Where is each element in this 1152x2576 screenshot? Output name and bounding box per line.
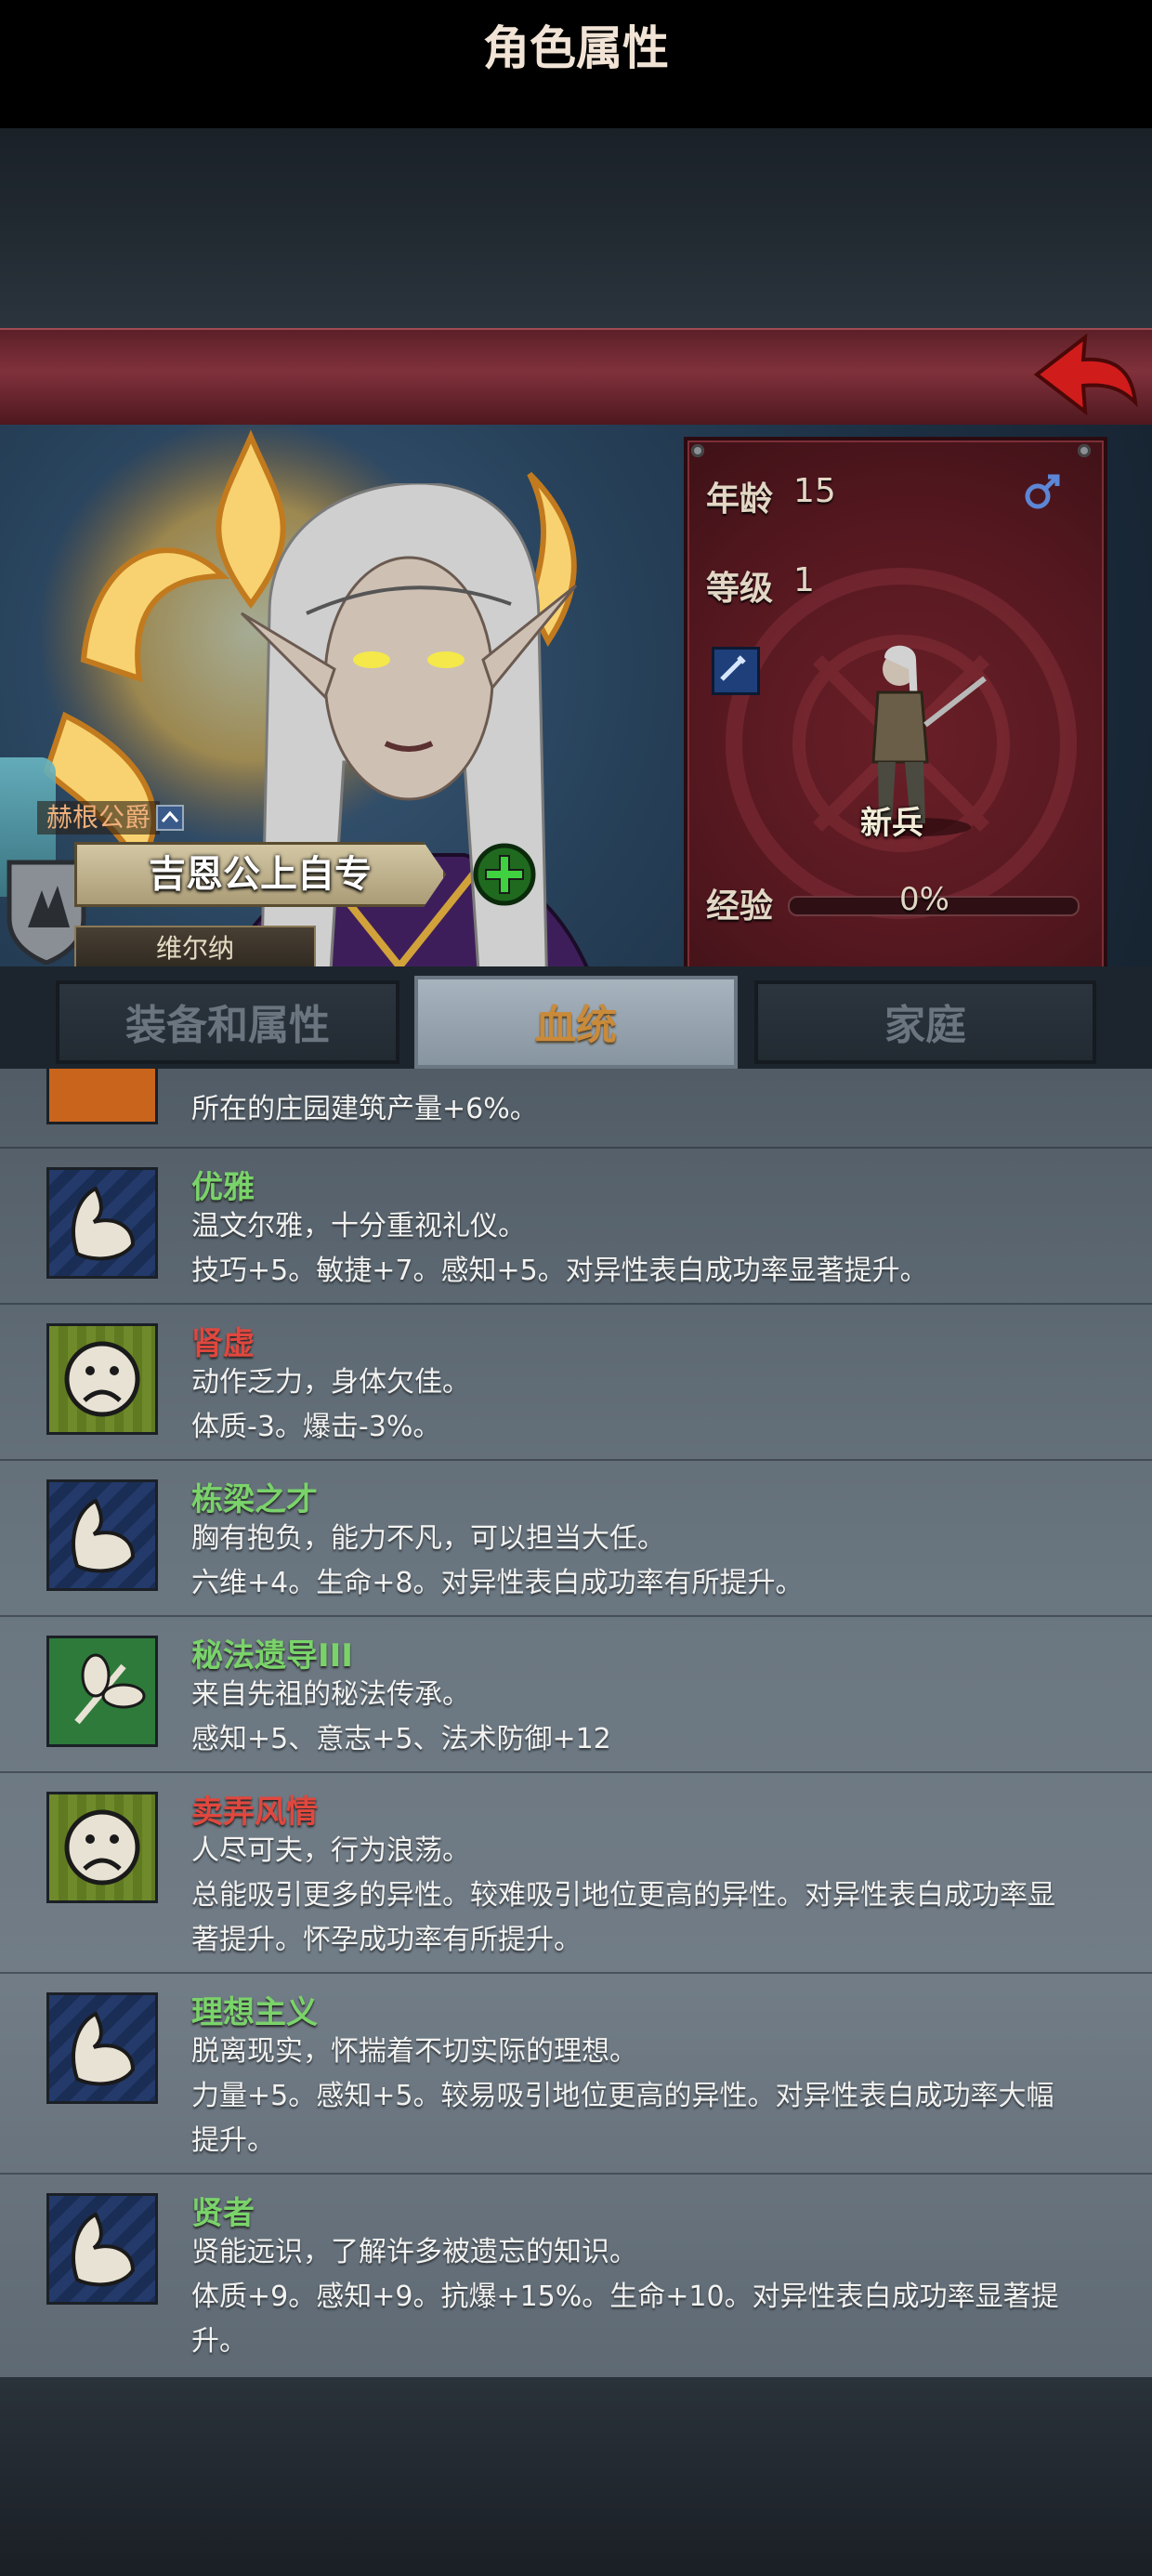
age-value: 15 (793, 472, 836, 510)
trait-description: 胸有抱负，能力不凡，可以担当大任。 (191, 1522, 665, 1555)
trait-name: 贤者 (191, 2195, 255, 2232)
trait-description: 来自先祖的秘法传承。 (191, 1678, 470, 1711)
trait-description: 温文尔雅，十分重视礼仪。 (191, 1210, 526, 1242)
trait-description: 感知+5、意志+5、法术防御+12 (191, 1723, 611, 1755)
trait-name: 优雅 (191, 1169, 255, 1206)
list-item: 秘法遗导III 来自先祖的秘法传承。 感知+5、意志+5、法术防御+12 (0, 1615, 1152, 1755)
trait-description: 力量+5。感知+5。较易吸引地位更高的异性。对异性表白成功率大幅 (191, 2080, 1054, 2112)
trait-name: 栋梁之才 (191, 1481, 318, 1518)
arm-icon (46, 1992, 158, 2104)
trait-description: 技巧+5。敏捷+7。感知+5。对异性表白成功率显著提升。 (191, 1255, 928, 1287)
age-label: 年龄 (706, 480, 774, 519)
arm-icon (46, 1479, 158, 1591)
trait-list[interactable]: 所在的庄园建筑产量+6%。 优雅 温文尔雅，十分重视礼仪。 技巧+5。敏捷+7。… (0, 1069, 1152, 2377)
header-bar (0, 328, 1152, 428)
exp-value: 0% (899, 881, 949, 918)
dagger-icon[interactable] (712, 647, 760, 695)
level-label: 等级 (706, 570, 774, 608)
trait-description: 人尽可夫，行为浪荡。 (191, 1834, 470, 1867)
trait-description: 升。 (191, 2325, 247, 2358)
trait-name: 秘法遗导III (191, 1637, 353, 1675)
list-item: 优雅 温文尔雅，十分重视礼仪。 技巧+5。敏捷+7。感知+5。对异性表白成功率显… (0, 1147, 1152, 1287)
trait-description: 提升。 (191, 2124, 275, 2157)
trait-description: 脱离现实，怀揣着不切实际的理想。 (191, 2035, 637, 2068)
sad-face-icon (46, 1792, 158, 1903)
bottom-background (0, 2377, 1152, 2576)
sun-icon (46, 1069, 158, 1124)
trait-description: 总能吸引更多的异性。较难吸引地位更高的异性。对异性表白成功率显 (191, 1879, 1055, 1912)
trait-description: 体质-3。爆击-3%。 (191, 1411, 441, 1443)
trait-name: 卖弄风情 (191, 1794, 318, 1831)
male-icon (1025, 474, 1060, 509)
class-name: 新兵 (860, 805, 923, 842)
trait-description: 著提升。怀孕成功率有所提升。 (191, 1924, 582, 1956)
tab-equipment-attributes[interactable]: 装备和属性 (56, 980, 399, 1064)
rank-chevron-icon (156, 805, 184, 831)
trait-description: 所在的庄园建筑产量+6%。 (191, 1093, 538, 1125)
region-name: 维尔纳 (155, 933, 234, 964)
trait-description: 体质+9。感知+9。抗爆+15%。生命+10。对异性表白成功率显著提 (191, 2280, 1059, 2313)
list-item: 理想主义 脱离现实，怀揣着不切实际的理想。 力量+5。感知+5。较易吸引地位更高… (0, 1972, 1152, 2157)
arm-icon (46, 1167, 158, 1279)
character-name[interactable]: 吉恩公上自专 (74, 842, 446, 907)
rivet (1078, 444, 1091, 457)
exp-label: 经验 (706, 887, 774, 926)
list-item: 贤者 贤能远识，了解许多被遗忘的知识。 体质+9。感知+9。抗爆+15%。生命+… (0, 2173, 1152, 2358)
trait-description: 贤能远识，了解许多被遗忘的知识。 (191, 2236, 637, 2268)
trait-name: 理想主义 (191, 1994, 318, 2031)
list-item: 卖弄风情 人尽可夫，行为浪荡。 总能吸引更多的异性。较难吸引地位更高的异性。对异… (0, 1771, 1152, 1956)
sad-face-icon (46, 1323, 158, 1435)
tab-family[interactable]: 家庭 (754, 980, 1096, 1064)
leaf-icon (46, 1636, 158, 1747)
tab-bloodline[interactable]: 血统 (414, 976, 738, 1069)
trait-name: 肾虚 (191, 1325, 255, 1362)
list-item: 栋梁之才 胸有抱负，能力不凡，可以担当大任。 六维+4。生命+8。对异性表白成功… (0, 1459, 1152, 1599)
back-arrow-icon[interactable] (1029, 330, 1139, 419)
arm-icon (46, 2193, 158, 2305)
page-title: 角色属性 (483, 21, 669, 75)
list-item: 肾虚 动作乏力，身体欠佳。 体质-3。爆击-3%。 (0, 1303, 1152, 1443)
trait-description: 动作乏力，身体欠佳。 (191, 1366, 470, 1399)
add-icon[interactable] (472, 842, 537, 907)
rivet (691, 444, 704, 457)
noble-title: 赫根公爵 (37, 801, 161, 835)
level-value: 1 (793, 561, 815, 599)
trait-description: 六维+4。生命+8。对异性表白成功率有所提升。 (191, 1567, 804, 1599)
top-background (0, 128, 1152, 328)
